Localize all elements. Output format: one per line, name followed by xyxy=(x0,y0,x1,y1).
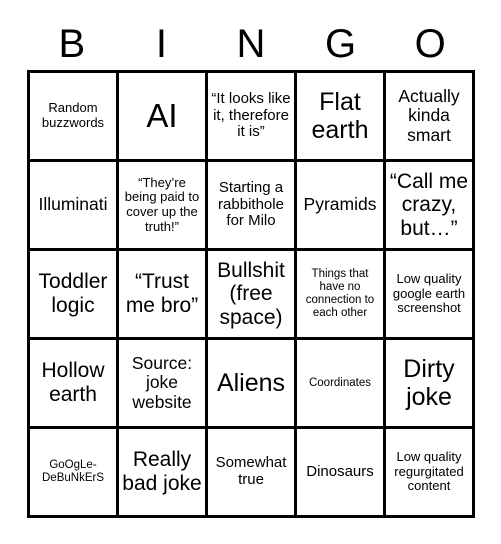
bingo-row: Random buzzwords AI “It looks like it, t… xyxy=(30,73,475,162)
bingo-cell-b4[interactable]: Hollow earth xyxy=(30,340,119,429)
bingo-cell-label: Random buzzwords xyxy=(41,100,105,130)
bingo-cell-b2[interactable]: Illuminati xyxy=(30,162,119,251)
bingo-cell-label: “Trust me bro” xyxy=(125,270,199,317)
bingo-cell-g2[interactable]: Pyramids xyxy=(297,162,386,251)
bingo-cell-label: Toddler logic xyxy=(38,270,108,317)
bingo-cell-i5[interactable]: Really bad joke xyxy=(119,429,208,518)
bingo-cell-label: Illuminati xyxy=(38,194,108,215)
bingo-cell-label: Low quality regurgitated content xyxy=(394,449,464,494)
bingo-cell-label: Dinosaurs xyxy=(306,462,374,480)
bingo-cell-label: Bullshit (free space) xyxy=(217,258,285,329)
bingo-cell-i1[interactable]: AI xyxy=(119,73,208,162)
bingo-cell-b1[interactable]: Random buzzwords xyxy=(30,73,119,162)
bingo-cell-o3[interactable]: Low quality google earth screenshot xyxy=(386,251,475,340)
bingo-cell-label: “It looks like it, therefore it is” xyxy=(211,89,291,141)
bingo-cell-o5[interactable]: Low quality regurgitated content xyxy=(386,429,475,518)
bingo-cell-label: Aliens xyxy=(216,369,286,397)
bingo-cell-label: GoOgLe-DeBuNkErS xyxy=(42,459,104,484)
bingo-cell-label: Flat earth xyxy=(311,88,369,144)
bingo-cell-label: Dirty joke xyxy=(403,355,455,411)
bingo-row: Toddler logic “Trust me bro” Bullshit (f… xyxy=(30,251,475,340)
bingo-cell-b3[interactable]: Toddler logic xyxy=(30,251,119,340)
bingo-cell-label: “They’re being paid to cover up the trut… xyxy=(124,174,200,234)
bingo-cell-label: Things that have no connection to each o… xyxy=(305,268,375,319)
bingo-cell-g4[interactable]: Coordinates xyxy=(297,340,386,429)
bingo-header: B I N G O xyxy=(27,18,475,70)
bingo-cell-label: AI xyxy=(146,96,178,134)
bingo-cell-n5[interactable]: Somewhat true xyxy=(208,429,297,518)
header-letter-o: O xyxy=(414,22,446,66)
bingo-cell-i4[interactable]: Source: joke website xyxy=(119,340,208,429)
bingo-cell-o4[interactable]: Dirty joke xyxy=(386,340,475,429)
bingo-cell-g5[interactable]: Dinosaurs xyxy=(297,429,386,518)
bingo-cell-n1[interactable]: “It looks like it, therefore it is” xyxy=(208,73,297,162)
bingo-grid: Random buzzwords AI “It looks like it, t… xyxy=(27,70,475,518)
header-letter-i: I xyxy=(155,22,167,66)
bingo-cell-label: Somewhat true xyxy=(215,454,287,488)
bingo-cell-i2[interactable]: “They’re being paid to cover up the trut… xyxy=(119,162,208,251)
bingo-cell-label: “Call me crazy, but…” xyxy=(389,169,469,240)
bingo-row: GoOgLe-DeBuNkErS Really bad joke Somewha… xyxy=(30,429,475,518)
bingo-cell-n4[interactable]: Aliens xyxy=(208,340,297,429)
bingo-cell-label: Really bad joke xyxy=(122,448,202,495)
bingo-cell-label: Source: joke website xyxy=(131,352,193,412)
bingo-cell-o2[interactable]: “Call me crazy, but…” xyxy=(386,162,475,251)
bingo-cell-label: Starting a rabbithole for Milo xyxy=(218,178,284,230)
bingo-cell-g3[interactable]: Things that have no connection to each o… xyxy=(297,251,386,340)
header-letter-n: N xyxy=(236,22,266,66)
bingo-cell-label: Pyramids xyxy=(303,194,377,215)
bingo-cell-i3[interactable]: “Trust me bro” xyxy=(119,251,208,340)
header-letter-b: B xyxy=(58,22,86,66)
bingo-cell-o1[interactable]: Actually kinda smart xyxy=(386,73,475,162)
header-letter-g: G xyxy=(325,22,357,66)
bingo-cell-label: Low quality google earth screenshot xyxy=(392,271,466,316)
bingo-row: Hollow earth Source: joke website Aliens… xyxy=(30,340,475,429)
bingo-cell-free-space[interactable]: Bullshit (free space) xyxy=(208,251,297,340)
bingo-cell-label: Hollow earth xyxy=(41,359,105,406)
bingo-row: Illuminati “They’re being paid to cover … xyxy=(30,162,475,251)
bingo-card: B I N G O Random buzzwords AI “It looks … xyxy=(0,0,501,544)
bingo-cell-b5[interactable]: GoOgLe-DeBuNkErS xyxy=(30,429,119,518)
bingo-cell-label: Actually kinda smart xyxy=(398,85,460,145)
bingo-cell-label: Coordinates xyxy=(308,376,371,389)
bingo-cell-g1[interactable]: Flat earth xyxy=(297,73,386,162)
bingo-cell-n2[interactable]: Starting a rabbithole for Milo xyxy=(208,162,297,251)
